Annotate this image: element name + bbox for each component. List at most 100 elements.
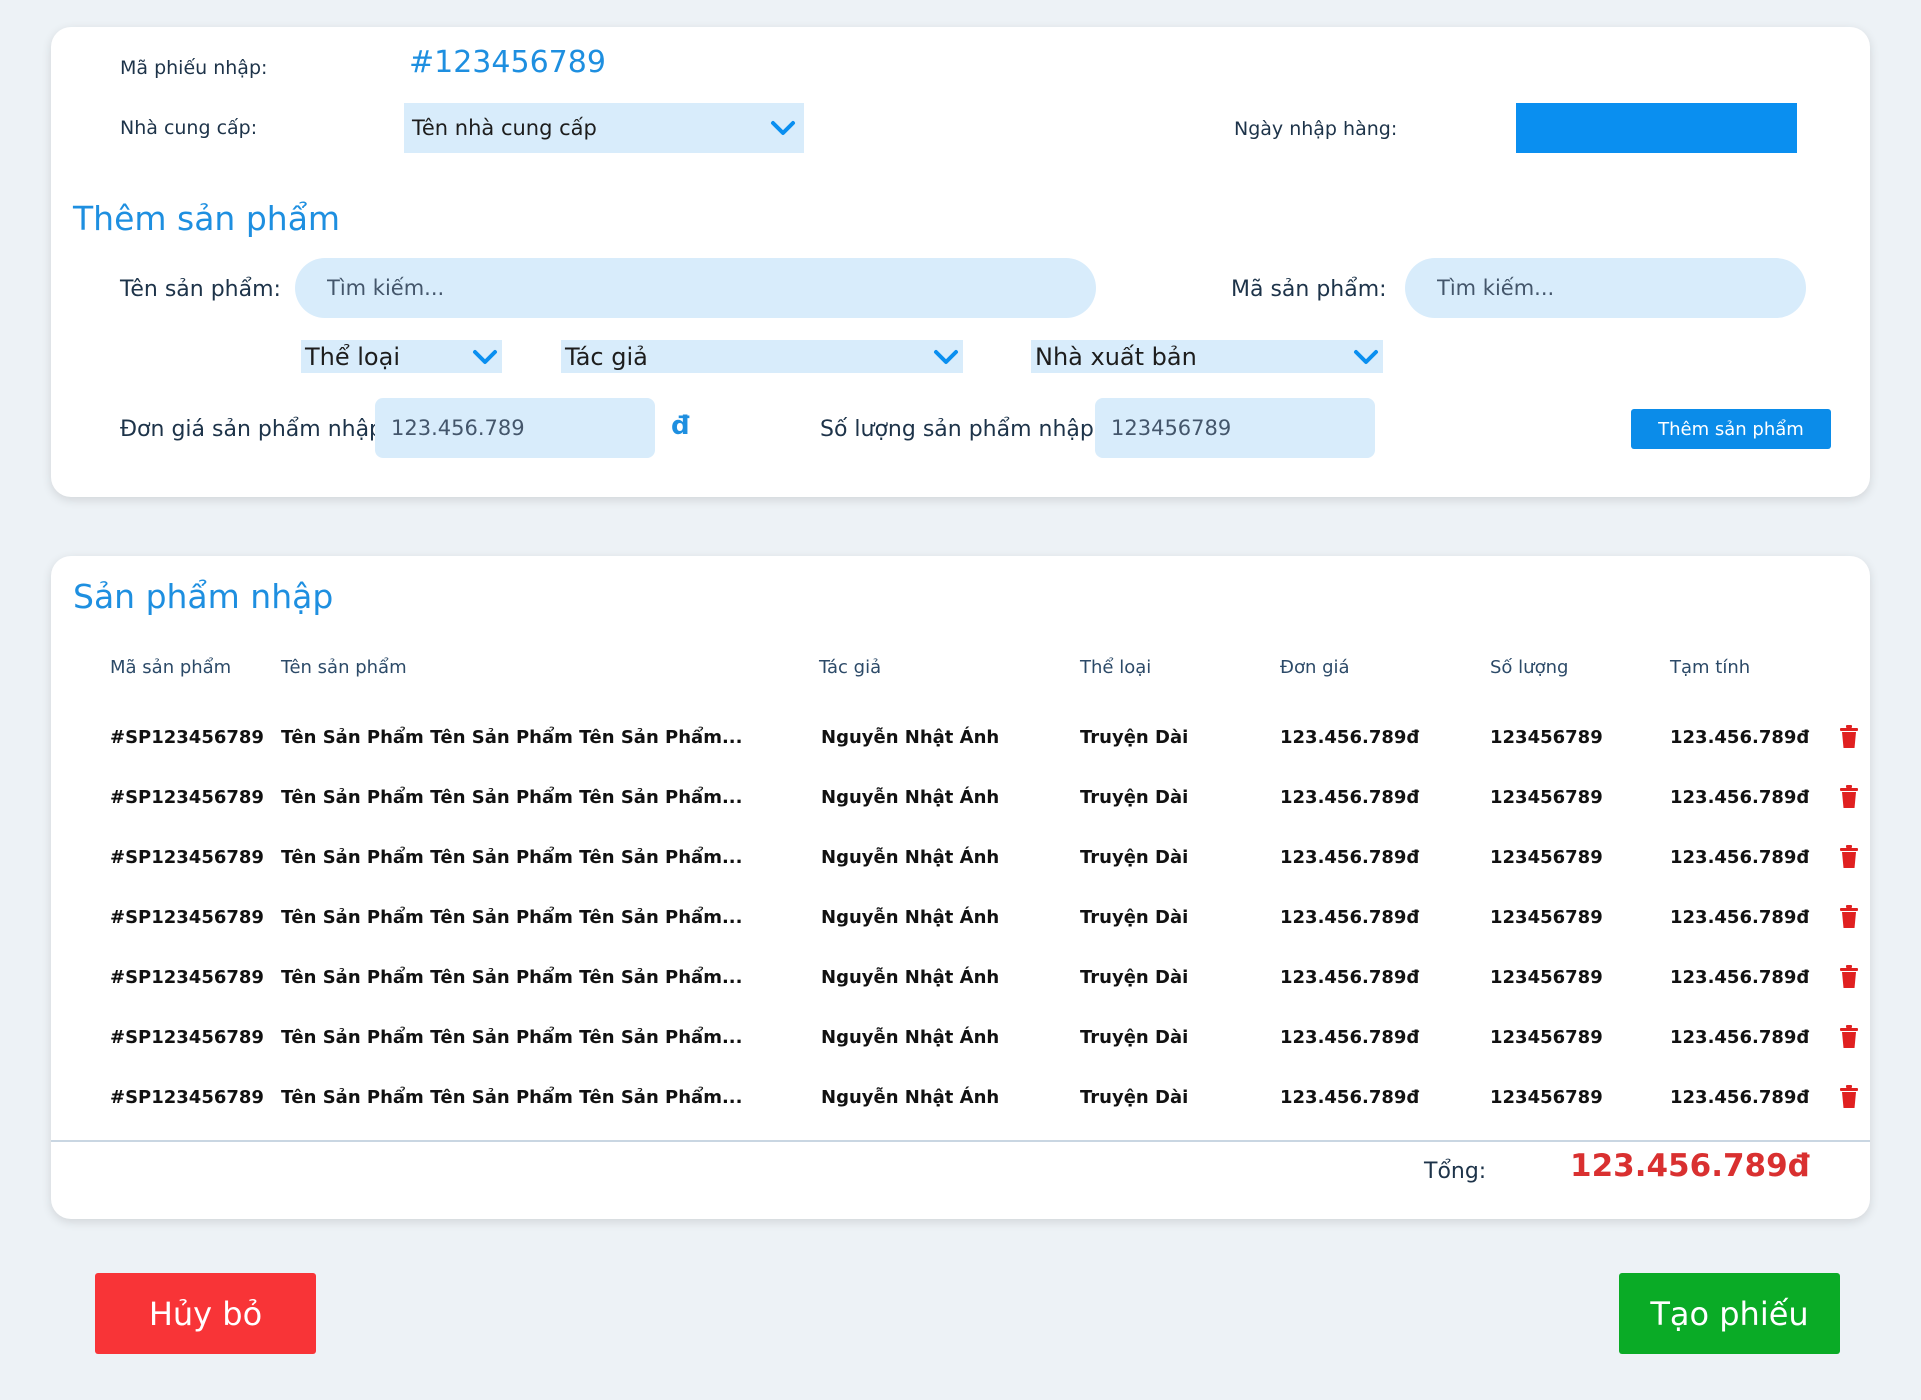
cell-unit-price: 123.456.789đ [1280,847,1420,868]
table-divider [51,1140,1870,1142]
supplier-label: Nhà cung cấp: [120,117,258,139]
table-row: #SP123456789 Tên Sản Phẩm Tên Sản Phẩm T… [51,897,1870,937]
trash-icon[interactable] [1839,965,1859,993]
cell-product-name: Tên Sản Phẩm Tên Sản Phẩm Tên Sản Phẩm..… [281,727,743,748]
chevron-down-icon [472,344,498,370]
trash-icon[interactable] [1839,725,1859,753]
table-row: #SP123456789 Tên Sản Phẩm Tên Sản Phẩm T… [51,717,1870,757]
trash-icon[interactable] [1839,785,1859,813]
author-select[interactable]: Tác giả [561,340,963,373]
cell-product-name: Tên Sản Phẩm Tên Sản Phẩm Tên Sản Phẩm..… [281,787,743,808]
cell-quantity: 123456789 [1490,847,1603,868]
add-product-button[interactable]: Thêm sản phẩm [1631,409,1831,449]
chevron-down-icon [770,115,796,141]
receipt-code-value: #123456789 [409,45,606,80]
unit-price-input[interactable] [375,398,655,458]
cell-unit-price: 123.456.789đ [1280,1027,1420,1048]
column-header-quantity: Số lượng [1490,657,1569,678]
column-header-category: Thể loại [1080,657,1152,678]
imported-products-title: Sản phẩm nhập [73,577,334,616]
cell-unit-price: 123.456.789đ [1280,967,1420,988]
unit-price-label: Đơn giá sản phẩm nhập: [120,417,391,442]
table-row: #SP123456789 Tên Sản Phẩm Tên Sản Phẩm T… [51,837,1870,877]
trash-icon[interactable] [1839,1085,1859,1113]
cell-product-code: #SP123456789 [110,1087,264,1108]
product-name-label: Tên sản phẩm: [120,277,281,302]
cell-category: Truyện Dài [1080,847,1189,868]
cell-quantity: 123456789 [1490,967,1603,988]
trash-icon[interactable] [1839,1025,1859,1053]
chevron-down-icon [933,344,959,370]
cell-product-code: #SP123456789 [110,967,264,988]
cell-quantity: 123456789 [1490,727,1603,748]
cell-unit-price: 123.456.789đ [1280,727,1420,748]
cell-category: Truyện Dài [1080,787,1189,808]
cell-product-name: Tên Sản Phẩm Tên Sản Phẩm Tên Sản Phẩm..… [281,1087,743,1108]
cell-product-code: #SP123456789 [110,727,264,748]
cell-product-name: Tên Sản Phẩm Tên Sản Phẩm Tên Sản Phẩm..… [281,847,743,868]
cell-subtotal: 123.456.789đ [1670,967,1810,988]
product-code-search-input[interactable] [1405,258,1806,318]
table-row: #SP123456789 Tên Sản Phẩm Tên Sản Phẩm T… [51,1077,1870,1117]
table-row: #SP123456789 Tên Sản Phẩm Tên Sản Phẩm T… [51,777,1870,817]
cell-category: Truyện Dài [1080,1087,1189,1108]
create-receipt-button[interactable]: Tạo phiếu [1619,1273,1840,1354]
publisher-select[interactable]: Nhà xuất bản [1031,340,1383,373]
cell-quantity: 123456789 [1490,787,1603,808]
column-header-code: Mã sản phẩm [110,657,232,678]
product-code-label: Mã sản phẩm: [1231,277,1387,302]
cell-subtotal: 123.456.789đ [1670,1087,1810,1108]
total-value: 123.456.789đ [1570,1148,1810,1184]
cell-product-name: Tên Sản Phẩm Tên Sản Phẩm Tên Sản Phẩm..… [281,967,743,988]
cell-subtotal: 123.456.789đ [1670,907,1810,928]
currency-symbol: đ [671,411,690,441]
cell-author: Nguyễn Nhật Ánh [821,847,1000,868]
chevron-down-icon [1353,344,1379,370]
category-select[interactable]: Thể loại [301,340,502,373]
table-row: #SP123456789 Tên Sản Phẩm Tên Sản Phẩm T… [51,957,1870,997]
trash-icon[interactable] [1839,845,1859,873]
cell-quantity: 123456789 [1490,1027,1603,1048]
cell-author: Nguyễn Nhật Ánh [821,1087,1000,1108]
cell-product-code: #SP123456789 [110,1027,264,1048]
publisher-select-value: Nhà xuất bản [1035,342,1197,371]
supplier-select-value: Tên nhà cung cấp [412,116,597,140]
column-header-unit-price: Đơn giá [1280,657,1350,678]
cell-product-code: #SP123456789 [110,787,264,808]
cell-category: Truyện Dài [1080,727,1189,748]
quantity-input[interactable] [1095,398,1375,458]
cell-author: Nguyễn Nhật Ánh [821,727,1000,748]
category-select-value: Thể loại [305,342,400,371]
cell-subtotal: 123.456.789đ [1670,727,1810,748]
cell-author: Nguyễn Nhật Ánh [821,787,1000,808]
receipt-code-label: Mã phiếu nhập: [120,57,268,79]
cell-author: Nguyễn Nhật Ánh [821,1027,1000,1048]
trash-icon[interactable] [1839,905,1859,933]
cell-product-code: #SP123456789 [110,907,264,928]
supplier-select[interactable]: Tên nhà cung cấp [404,103,804,153]
cell-product-name: Tên Sản Phẩm Tên Sản Phẩm Tên Sản Phẩm..… [281,907,743,928]
cell-category: Truyện Dài [1080,967,1189,988]
column-header-author: Tác giả [819,657,882,678]
import-date-label: Ngày nhập hàng: [1234,118,1398,140]
table-row: #SP123456789 Tên Sản Phẩm Tên Sản Phẩm T… [51,1017,1870,1057]
cell-product-name: Tên Sản Phẩm Tên Sản Phẩm Tên Sản Phẩm..… [281,1027,743,1048]
total-label: Tổng: [1424,1159,1487,1184]
cell-author: Nguyễn Nhật Ánh [821,907,1000,928]
cell-author: Nguyễn Nhật Ánh [821,967,1000,988]
add-product-title: Thêm sản phẩm [73,199,341,238]
cell-category: Truyện Dài [1080,907,1189,928]
cell-quantity: 123456789 [1490,907,1603,928]
column-header-subtotal: Tạm tính [1670,657,1751,678]
imported-products-card: Sản phẩm nhập Mã sản phẩm Tên sản phẩm T… [51,556,1870,1219]
quantity-label: Số lượng sản phẩm nhập: [820,417,1102,442]
import-date-field[interactable] [1516,103,1797,153]
cell-subtotal: 123.456.789đ [1670,847,1810,868]
cell-unit-price: 123.456.789đ [1280,787,1420,808]
cell-category: Truyện Dài [1080,1027,1189,1048]
product-name-search-input[interactable] [295,258,1096,318]
cell-product-code: #SP123456789 [110,847,264,868]
cancel-button[interactable]: Hủy bỏ [95,1273,316,1354]
cell-subtotal: 123.456.789đ [1670,787,1810,808]
author-select-value: Tác giả [565,342,648,371]
